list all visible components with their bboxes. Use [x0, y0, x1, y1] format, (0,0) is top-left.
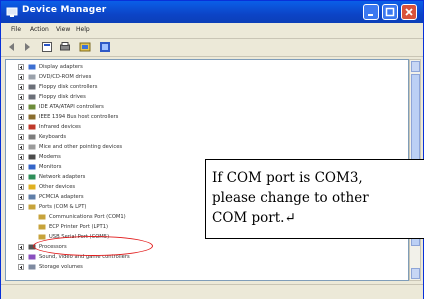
tree-item[interactable]: Mice and other pointing devices — [6, 143, 246, 152]
tree-item-label: Modems — [39, 154, 61, 160]
cdrom-icon — [28, 74, 36, 80]
expand-icon[interactable] — [18, 64, 24, 70]
pcmcia-icon — [28, 194, 36, 200]
tree-item-label: Keyboards — [39, 134, 67, 140]
expand-icon[interactable] — [18, 154, 24, 160]
forward-icon[interactable] — [21, 41, 33, 53]
port-icon — [28, 204, 36, 210]
floppy-icon — [28, 84, 36, 90]
menu-bar: File Action View Help — [1, 23, 423, 39]
scroll-up-button[interactable] — [411, 61, 420, 72]
expand-icon[interactable] — [18, 184, 24, 190]
tree-item-label: Network adapters — [39, 174, 86, 180]
annotation-callout: If COM port is COM3, please change to ot… — [205, 159, 424, 239]
minimize-button[interactable] — [363, 4, 379, 20]
annotation-line-1: If COM port is COM3, — [212, 170, 363, 186]
tree-item-label: Ports (COM & LPT) — [39, 204, 87, 210]
expand-icon[interactable] — [18, 114, 24, 120]
question-icon — [28, 184, 36, 190]
tree-item-label: ECP Printer Port (LPT1) — [49, 224, 109, 230]
close-button[interactable] — [401, 4, 417, 20]
expand-icon[interactable] — [18, 174, 24, 180]
scroll-down-button[interactable] — [411, 268, 420, 279]
tree-item-label: Mice and other pointing devices — [39, 144, 123, 150]
expand-icon[interactable] — [18, 134, 24, 140]
tree-item-label: DVD/CD-ROM drives — [39, 74, 92, 80]
tree-item[interactable]: Storage volumes — [6, 263, 246, 272]
device-manager-icon — [6, 7, 18, 17]
tree-item-label: Floppy disk controllers — [39, 84, 98, 90]
close-icon — [405, 8, 413, 16]
tree-item[interactable]: Infrared devices — [6, 123, 246, 132]
keyboard-icon — [28, 134, 36, 140]
tree-item[interactable]: IDE ATA/ATAPI controllers — [6, 103, 246, 112]
sound-icon — [28, 254, 36, 260]
expand-icon[interactable] — [18, 244, 24, 250]
expand-icon[interactable] — [18, 194, 24, 200]
tree-item-label: Display adapters — [39, 64, 83, 70]
port-icon — [38, 214, 46, 220]
expand-icon[interactable] — [18, 94, 24, 100]
scan-hardware-icon[interactable] — [99, 41, 111, 53]
tree-item-label: Infrared devices — [39, 124, 81, 130]
maximize-icon — [385, 7, 395, 17]
properties-icon[interactable] — [41, 41, 53, 53]
tree-item[interactable]: Floppy disk drives — [6, 93, 246, 102]
tree-item-label: Storage volumes — [39, 264, 83, 270]
infrared-icon — [28, 124, 36, 130]
display-icon — [28, 64, 36, 70]
expand-icon[interactable] — [18, 254, 24, 260]
monitor-icon — [28, 164, 36, 170]
tree-item-label: Communications Port (COM1) — [49, 214, 126, 220]
tree-item-label: IDE ATA/ATAPI controllers — [39, 104, 104, 110]
toolbar — [1, 39, 423, 57]
mouse-icon — [28, 144, 36, 150]
modem-icon — [28, 154, 36, 160]
menu-view[interactable]: View — [56, 26, 70, 33]
status-bar — [1, 284, 423, 299]
expand-icon[interactable] — [18, 104, 24, 110]
tree-item-label: Other devices — [39, 184, 76, 190]
maximize-button[interactable] — [382, 4, 398, 20]
tree-item[interactable]: Keyboards — [6, 133, 246, 142]
print-icon[interactable] — [59, 41, 71, 53]
tree-item[interactable]: Floppy disk controllers — [6, 83, 246, 92]
com-port-highlight-circle — [33, 236, 153, 256]
menu-file[interactable]: File — [11, 26, 21, 33]
title-bar[interactable]: Device Manager — [1, 1, 423, 23]
ide-icon — [28, 104, 36, 110]
tree-item[interactable]: IEEE 1394 Bus host controllers — [6, 113, 246, 122]
collapse-icon[interactable] — [18, 204, 24, 210]
tree-item-label: Floppy disk drives — [39, 94, 86, 100]
back-icon[interactable] — [6, 41, 18, 53]
tree-item-label: PCMCIA adapters — [39, 194, 84, 200]
tree-item-label: IEEE 1394 Bus host controllers — [39, 114, 119, 120]
ieee1394-icon — [28, 114, 36, 120]
floppy-icon — [28, 94, 36, 100]
expand-icon[interactable] — [18, 164, 24, 170]
minimize-icon — [368, 14, 373, 16]
tree-item-label: Monitors — [39, 164, 62, 170]
network-icon — [28, 174, 36, 180]
storage-icon — [28, 264, 36, 270]
port-icon — [38, 224, 46, 230]
menu-help[interactable]: Help — [76, 26, 90, 33]
annotation-line-2: please change to other — [212, 190, 369, 206]
expand-icon[interactable] — [18, 144, 24, 150]
menu-action[interactable]: Action — [30, 26, 49, 33]
tree-item[interactable]: DVD/CD-ROM drives — [6, 73, 246, 82]
annotation-line-3: COM port.↵ — [212, 210, 296, 226]
expand-icon[interactable] — [18, 84, 24, 90]
expand-icon[interactable] — [18, 74, 24, 80]
help-icon[interactable] — [79, 41, 91, 53]
expand-icon[interactable] — [18, 264, 24, 270]
expand-icon[interactable] — [18, 124, 24, 130]
tree-item[interactable]: Display adapters — [6, 63, 246, 72]
window-title: Device Manager — [22, 5, 107, 15]
